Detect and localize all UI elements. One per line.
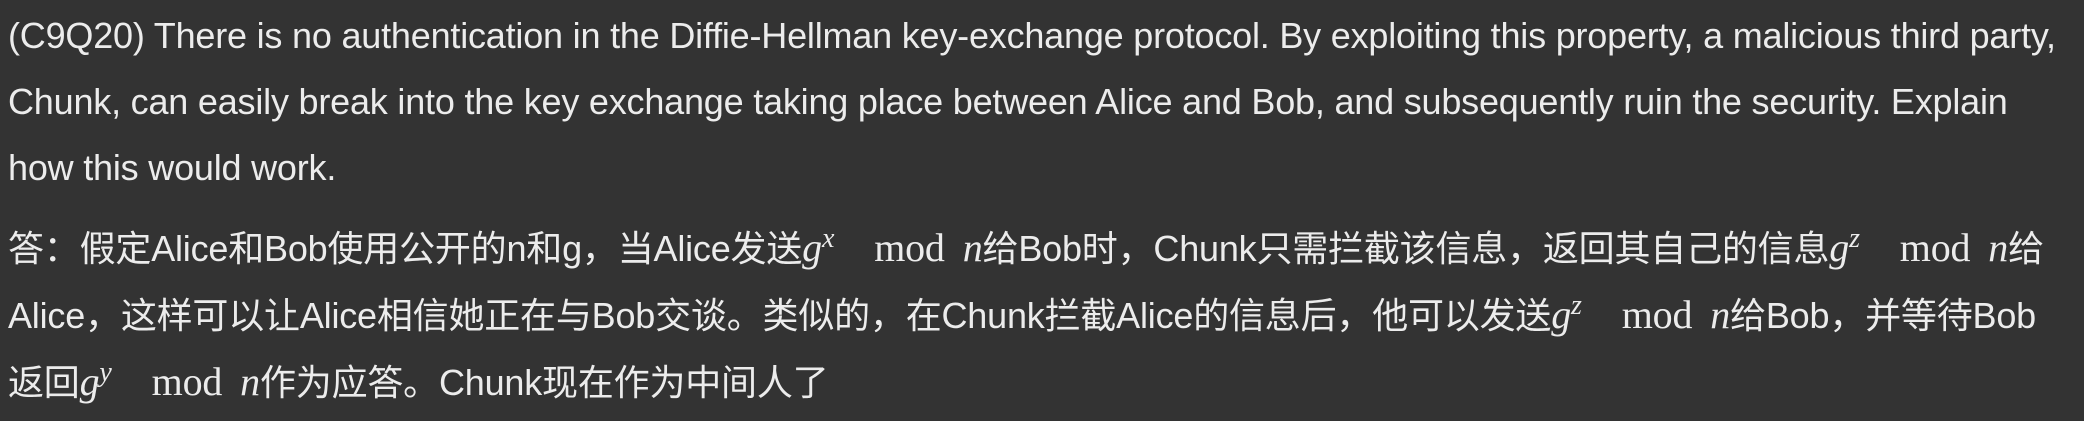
math-expression-1: gx mod n xyxy=(802,223,983,271)
answer-text-5: 作为应答。Chunk现在作为中间人了 xyxy=(259,362,829,403)
math-expression-3: gz mod n xyxy=(1551,290,1731,338)
question-paragraph: (C9Q20) There is no authentication in th… xyxy=(8,15,2056,188)
answer-text-1: 答：假定Alice和Bob使用公开的n和g，当Alice发送 xyxy=(8,228,803,269)
math-expression-4: gy mod n xyxy=(79,357,261,405)
answer-text-2: 给Bob时，Chunk只需拦截该信息，返回其自己的信息 xyxy=(982,228,1830,269)
document-page: (C9Q20) There is no authentication in th… xyxy=(0,0,2084,421)
math-expression-2: gz mod n xyxy=(1829,223,2009,271)
answer-paragraph: 答：假定Alice和Bob使用公开的n和g，当Alice发送gx mod n给Bob… xyxy=(8,215,2070,416)
